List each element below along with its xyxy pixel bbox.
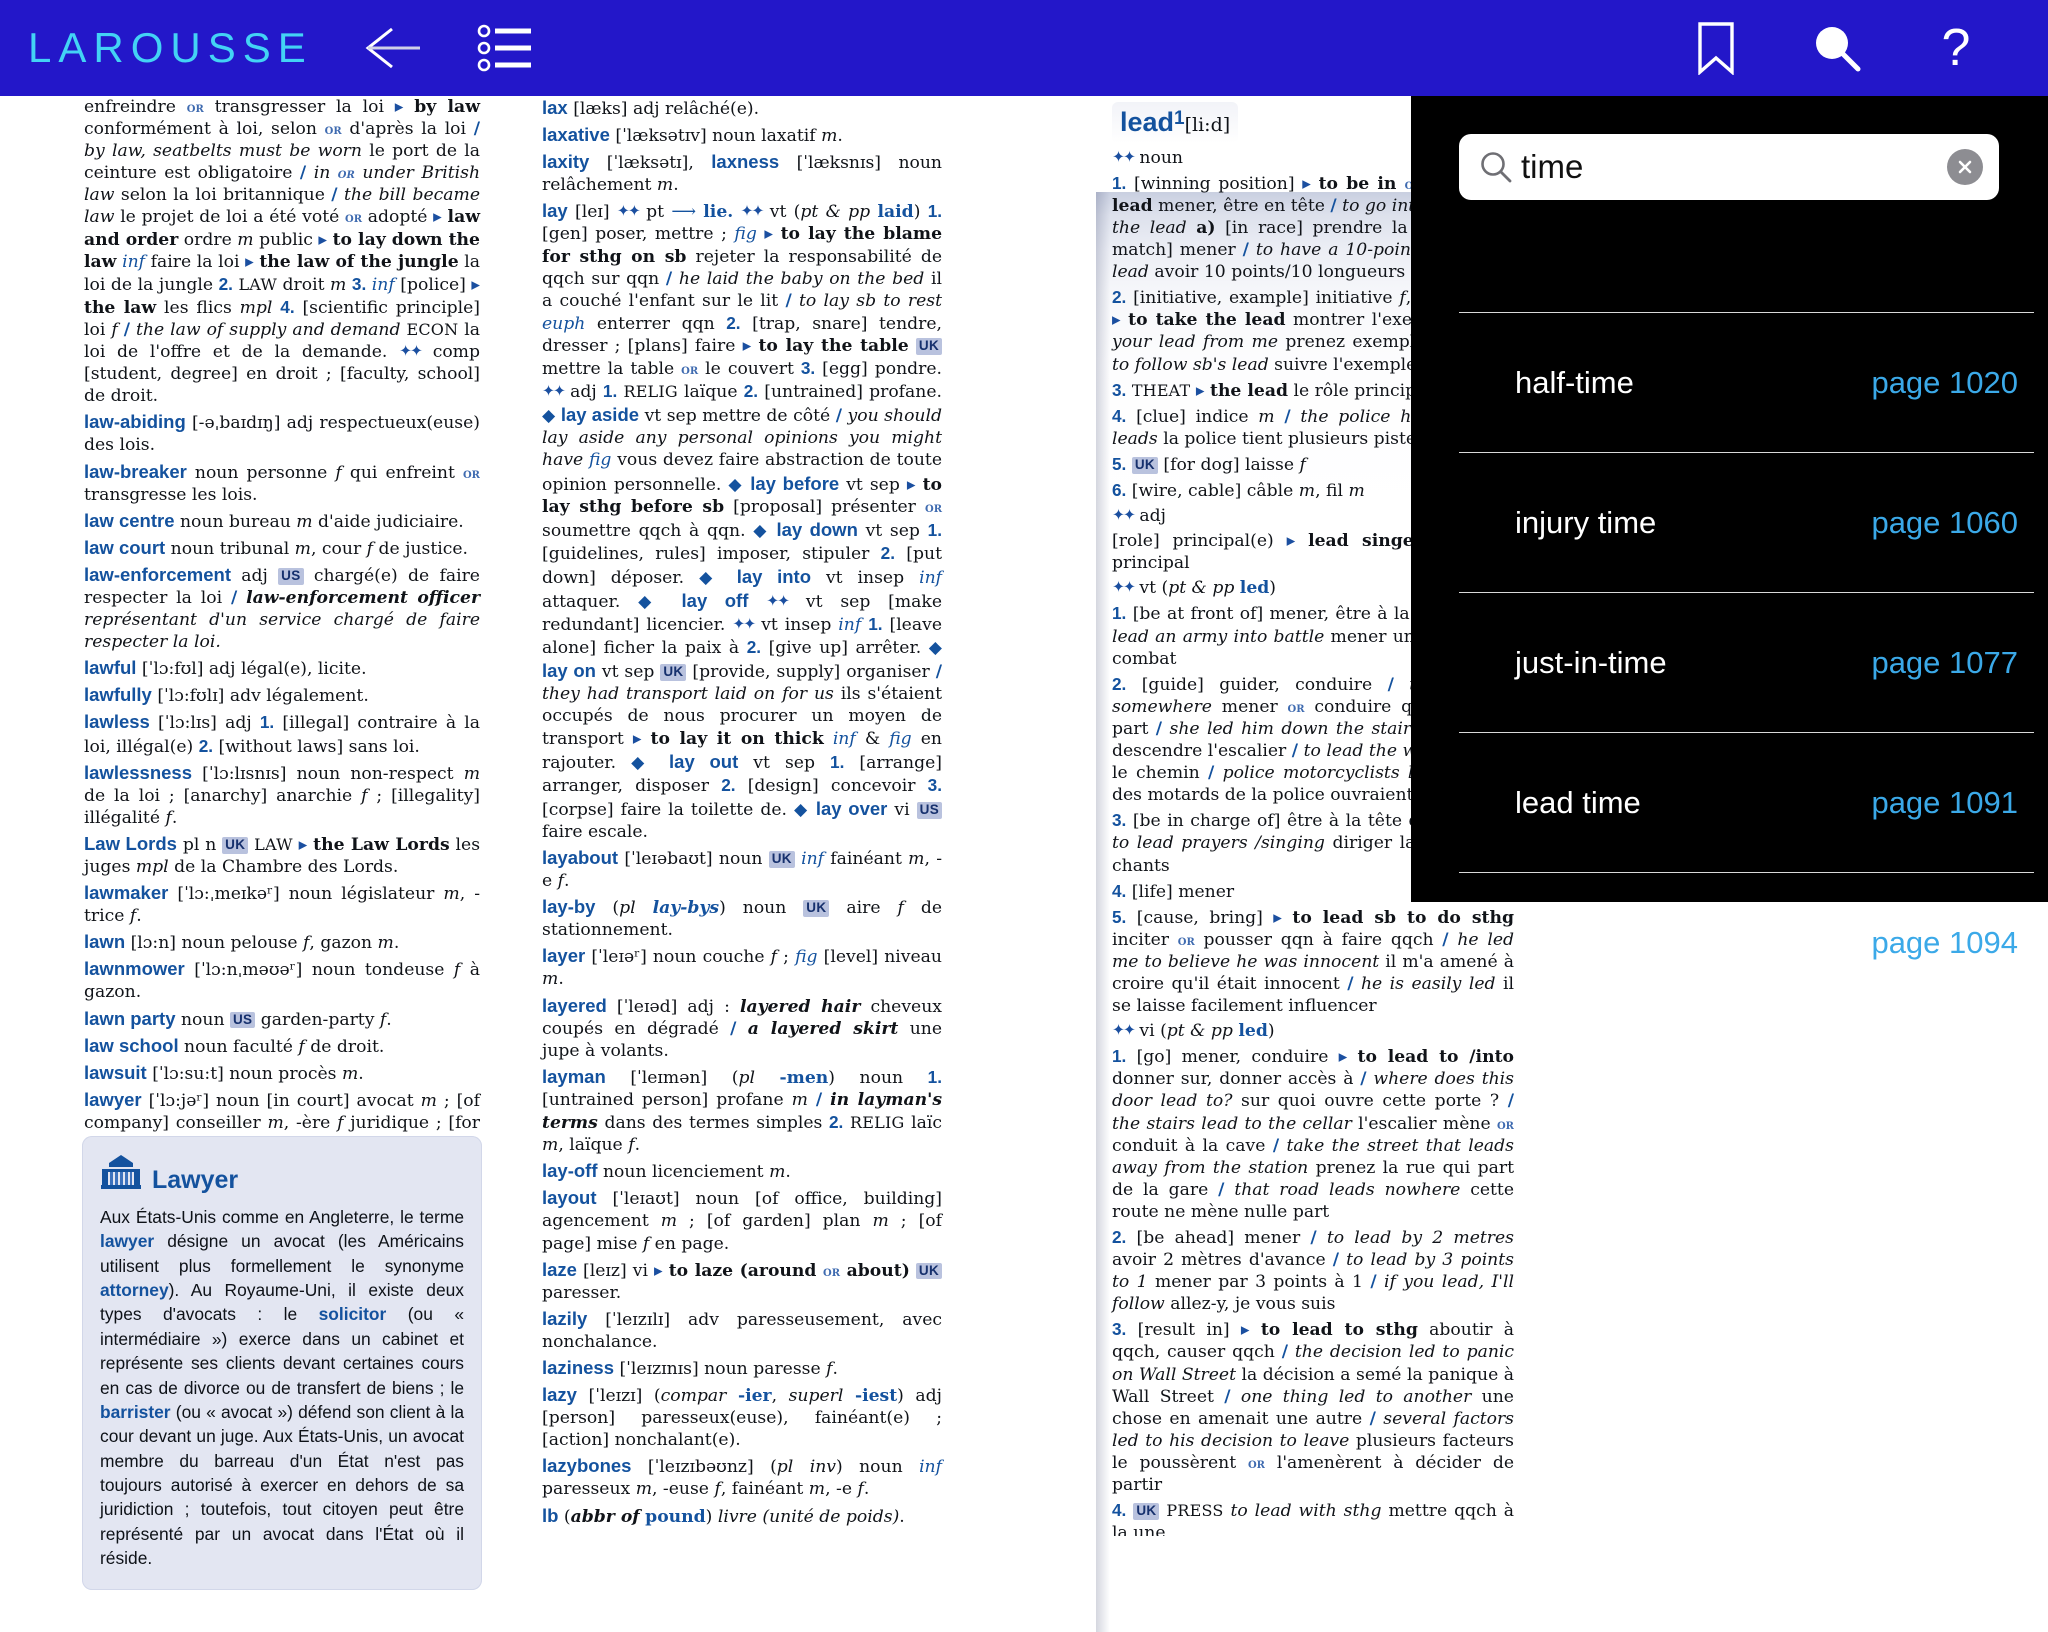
app-toolbar: LAROUSSE ? <box>0 0 2048 96</box>
dictionary-entry: LB abbr of Labrador. <box>542 1531 942 1536</box>
dictionary-entry: 3. [result in] ▸ to lead to sthg aboutir… <box>1112 1319 1515 1496</box>
search-results-list: half-time page 1020 injury time page 1060 ju… <box>1459 312 2034 1012</box>
dictionary-entry: 4. UK PRESS to lead with sthg mettre qqc… <box>1112 1500 1514 1536</box>
dictionary-entry: lax [læks] adj relâché(e). <box>542 97 760 119</box>
search-result-row[interactable]: just-in-time page 1077 <box>1459 592 2034 732</box>
app-logo: LAROUSSE <box>28 24 313 71</box>
search-result-page: page 1060 <box>1871 504 2018 540</box>
dictionary-entry: lay-by (pl lay-bys) noun UK aire f de st… <box>542 896 943 941</box>
search-result-page: page 1020 <box>1871 364 2018 400</box>
dictionary-entry: 1. [go] mener, conduire ▸ to lead to /in… <box>1112 1046 1514 1222</box>
culture-note-body: Aux États-Unis comme en Angleterre, le t… <box>100 1207 464 1569</box>
search-result-row[interactable]: lead time page 1091 <box>1459 732 2034 872</box>
dictionary-column-2: lax [læks] adj relâché(e). laxative [ˈlæk… <box>540 96 944 1536</box>
dictionary-entry: lawsuit [ˈlɔ:su:t] noun procès m. <box>84 1061 364 1084</box>
toolbar-actions: ? <box>1632 12 2048 84</box>
dictionary-entry: lawful [ˈlɔ:fʊl] adj légal(e), licite. <box>84 657 367 680</box>
culture-note-title: Lawyer <box>152 1166 239 1194</box>
search-result-page: page 1077 <box>1871 644 2018 680</box>
column-2-text: lax [læks] adj relâché(e). laxative [ˈlæk… <box>540 96 944 1536</box>
column-1-text: enfreindre or transgresser la loi ▸ by l… <box>82 96 482 1158</box>
search-field[interactable]: time <box>1459 134 1999 200</box>
dictionary-entry: lay-off noun licenciement m. <box>542 1160 791 1183</box>
headword-lead: lead1[li:d] <box>1112 102 1239 143</box>
dictionary-entry: lawnmower [ˈlɔ:nˌməʊəʳ] noun tondeuse f … <box>84 958 481 1003</box>
search-result-term: just-in-time <box>1515 644 1667 680</box>
dictionary-entry: 2. [be ahead] mener / to lead by 2 metre… <box>1112 1227 1515 1315</box>
clear-icon[interactable] <box>1947 149 1983 185</box>
dictionary-entry: lb (abbr of pound) livre (unité de poids… <box>542 1504 905 1527</box>
dictionary-entry: laziness [ˈleɪzɪnɪs] noun paresse f. <box>542 1356 838 1379</box>
dictionary-entry: lazily [ˈleɪzɪlɪ] adv paresseusement, av… <box>542 1307 942 1352</box>
dictionary-entry: law school noun faculté f de droit. <box>84 1034 385 1057</box>
dictionary-entry: lay [leɪ] ✦✦ pt ⟶ lie. ✦✦ vt (pt & pp la… <box>542 200 943 842</box>
dictionary-entry: layered [ˈleɪəd] adj : layered hair chev… <box>542 994 943 1061</box>
dictionary-entry: laxative [ˈlæksətɪv] noun laxatif m. <box>542 124 843 147</box>
dictionary-entry: law-breaker noun personne f qui enfreint… <box>84 460 480 505</box>
search-icon[interactable] <box>1800 12 1872 84</box>
search-result-page: page 1094 <box>1871 924 2018 960</box>
dictionary-entry: layman [ˈleɪmən] (pl -men) noun 1. [untr… <box>542 1065 943 1156</box>
search-result-row[interactable]: half-time page 1020 <box>1459 312 2034 452</box>
help-icon[interactable]: ? <box>1920 12 1992 84</box>
dictionary-entry: lazy [ˈleɪzɪ] (compar -ier, superl -iest… <box>542 1384 942 1451</box>
back-arrow-icon[interactable] <box>361 16 425 80</box>
search-result-page: page 1091 <box>1871 784 2018 820</box>
search-result-row[interactable]: injury time page 1060 <box>1459 452 2034 592</box>
bookmark-icon[interactable] <box>1680 12 1752 84</box>
search-input-value[interactable]: time <box>1521 148 1947 186</box>
dictionary-entry: laxity [ˈlæksətɪ], laxness [ˈlæksnɪs] no… <box>542 151 943 196</box>
culture-note-lawyer: Lawyer Aux États-Unis comme en Angleterr… <box>82 1136 482 1591</box>
dictionary-entry: law-abiding [-əˌbaɪdɪŋ] adj respectueux(… <box>84 411 480 456</box>
search-overlay: time half-time page 1020 injury time page 1… <box>1411 96 2048 960</box>
dictionary-entry: law centre noun bureau m d'aide judiciai… <box>84 509 464 532</box>
dictionary-entry: lawn [lɔ:n] noun pelouse f, gazon m. <box>84 931 400 954</box>
dictionary-entry: enfreindre or transgresser la loi ▸ by l… <box>84 97 481 407</box>
culture-note-header: Lawyer <box>100 1154 464 1195</box>
dictionary-entry: Law Lords pl n UK LAW ▸ the Law Lords le… <box>84 832 481 877</box>
dictionary-entry: lawfully [ˈlɔ:fʊlɪ] adv légalement. <box>84 684 369 707</box>
dictionary-entry: lawmaker [ˈlɔ:ˌmeɪkəʳ] noun législateur … <box>84 882 481 927</box>
search-result-term: lead time <box>1515 784 1641 820</box>
courthouse-icon <box>100 1154 142 1195</box>
dictionary-entry: ✦✦ vi (pt & pp led) <box>1112 1021 1275 1042</box>
dictionary-entry: layabout [ˈleɪəbaʊt] noun UK inf fainéan… <box>542 847 943 892</box>
dictionary-entry: lawless [ˈlɔ:lɪs] adj 1. [illegal] contr… <box>84 711 480 757</box>
table-of-contents-icon[interactable] <box>473 16 537 80</box>
search-result-term: leisure time <box>1515 924 1674 960</box>
search-result-row[interactable]: leisure time page 1094 <box>1459 872 2034 1012</box>
dictionary-entry: 5. [cause, bring] ▸ to lead sb to do sth… <box>1112 906 1514 1017</box>
dictionary-entry: lawn party noun US garden-party f. <box>84 1007 392 1030</box>
dictionary-entry: lazybones [ˈleɪzɪbəʊnz] (pl inv) noun in… <box>542 1455 942 1500</box>
dictionary-entry: layout [ˈleɪaʊt] noun [of office, buildi… <box>542 1187 942 1254</box>
search-icon <box>1479 150 1513 184</box>
dictionary-entry: lawlessness [ˈlɔ:lɪsnɪs] noun non-respec… <box>84 761 481 828</box>
dictionary-entry: law court noun tribunal m, cour f de jus… <box>84 536 469 559</box>
search-result-term: injury time <box>1515 504 1657 540</box>
search-result-term: half-time <box>1515 364 1634 400</box>
dictionary-entry: law-enforcement adj US chargé(e) de fair… <box>84 563 481 653</box>
dictionary-entry: laze [leɪz] vi ▸ to laze (around or abou… <box>542 1258 943 1304</box>
dictionary-entry: layer [ˈleɪəʳ] noun couche f ; fig [leve… <box>542 945 943 990</box>
